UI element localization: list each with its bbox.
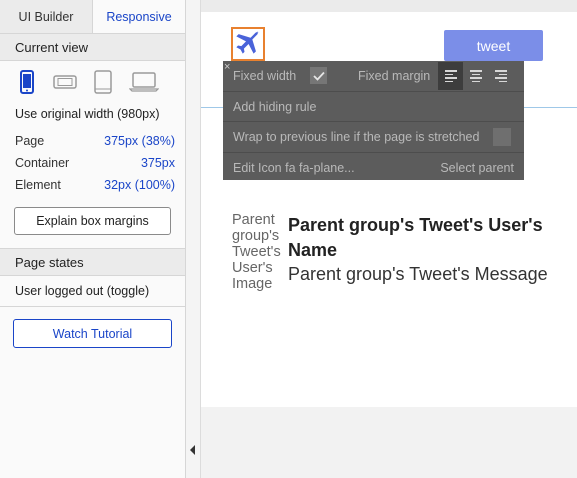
mobile-landscape-icon[interactable]: [53, 69, 77, 95]
element-width-row: Element 32px (100%): [0, 174, 185, 196]
panel-collapse-handle[interactable]: [186, 0, 201, 478]
canvas-bottom-area: [201, 407, 577, 478]
element-width-label: Element: [15, 178, 61, 192]
element-width-value[interactable]: 32px (100%): [104, 174, 175, 196]
align-right-icon[interactable]: [488, 62, 513, 90]
fixed-margin-label: Fixed margin: [358, 69, 431, 83]
fixed-width-label: Fixed width: [233, 69, 297, 83]
tablet-icon[interactable]: [91, 69, 115, 95]
tab-ui-builder[interactable]: UI Builder: [0, 0, 93, 33]
page-width-row: Page 375px (38%): [0, 130, 185, 152]
align-center-icon[interactable]: [463, 62, 488, 90]
explain-box-margins-button[interactable]: Explain box margins: [14, 207, 171, 235]
tweet-user-name[interactable]: Parent group's Tweet's User's Name: [288, 213, 558, 263]
tweet-button[interactable]: tweet: [444, 30, 543, 61]
alignment-group: [438, 62, 513, 90]
element-property-popup: × Fixed width Fixed margin Add hiding ru…: [223, 61, 524, 180]
page-state-item[interactable]: User logged out (toggle): [0, 276, 185, 307]
wrap-checkbox[interactable]: [493, 128, 511, 146]
check-icon: [312, 71, 325, 81]
container-width-row: Container 375px: [0, 152, 185, 174]
edit-icon-link[interactable]: Edit Icon fa fa-plane...: [233, 161, 355, 175]
panel-tabs: UI Builder Responsive: [0, 0, 185, 34]
current-view-header: Current view: [0, 34, 185, 61]
user-image-placeholder[interactable]: Parent group's Tweet's User's Image: [232, 212, 284, 292]
select-parent-link[interactable]: Select parent: [440, 161, 514, 175]
page-states-header: Page states: [0, 248, 185, 276]
mobile-portrait-icon[interactable]: [15, 69, 39, 95]
container-width-value[interactable]: 375px: [141, 152, 175, 174]
watch-tutorial-button[interactable]: Watch Tutorial: [13, 319, 172, 348]
page-width-value[interactable]: 375px (38%): [104, 130, 175, 152]
device-selector: [0, 65, 185, 99]
plane-icon: [236, 30, 260, 54]
use-original-width[interactable]: Use original width (980px): [0, 103, 185, 125]
plane-icon-element[interactable]: [231, 27, 265, 61]
collapse-arrow-icon[interactable]: [190, 445, 195, 455]
page-width-label: Page: [15, 134, 45, 148]
tab-responsive[interactable]: Responsive: [93, 0, 185, 33]
add-hiding-rule[interactable]: Add hiding rule: [233, 100, 316, 114]
align-left-icon[interactable]: [438, 62, 463, 90]
tweet-message[interactable]: Parent group's Tweet's Message: [288, 262, 568, 287]
fixed-width-checkbox[interactable]: [310, 67, 327, 84]
edit-row: Edit Icon fa fa-plane... Select parent: [223, 153, 524, 183]
responsive-panel: UI Builder Responsive Current view Use o…: [0, 0, 186, 478]
canvas-margin: [201, 0, 577, 12]
fixed-row: Fixed width Fixed margin: [223, 61, 524, 91]
laptop-icon[interactable]: [129, 69, 159, 95]
wrap-label: Wrap to previous line if the page is str…: [233, 130, 480, 144]
hiding-rule-row: Add hiding rule: [223, 92, 524, 122]
wrap-row: Wrap to previous line if the page is str…: [223, 122, 524, 152]
container-width-label: Container: [15, 156, 70, 170]
